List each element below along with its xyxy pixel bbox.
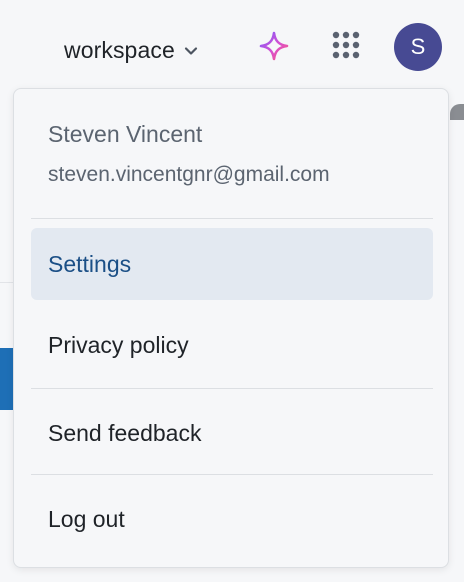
- menu-divider: [31, 474, 433, 475]
- menu-item-send-feedback[interactable]: Send feedback: [31, 397, 433, 469]
- menu-divider: [31, 218, 433, 219]
- user-name: Steven Vincent: [48, 121, 203, 147]
- user-email: steven.vincentgnr@gmail.com: [48, 163, 330, 186]
- avatar[interactable]: S: [394, 23, 442, 71]
- chevron-down-icon: [183, 43, 199, 59]
- menu-item-label: Send feedback: [48, 419, 202, 446]
- menu-item-log-out[interactable]: Log out: [31, 483, 433, 555]
- background-divider: [0, 282, 14, 283]
- apps-grid-icon: [331, 30, 361, 65]
- workspace-label: workspace: [64, 36, 175, 63]
- menu-item-label: Log out: [48, 505, 125, 532]
- menu-item-privacy-policy[interactable]: Privacy policy: [31, 309, 433, 381]
- page: workspace S Steven Vincent steven.vincen…: [0, 0, 464, 582]
- sparkle-icon: [258, 30, 290, 67]
- ai-assistant-button[interactable]: [256, 30, 292, 66]
- background-accent-bar: [0, 348, 13, 410]
- avatar-initial: S: [410, 34, 426, 59]
- apps-launcher-button[interactable]: [328, 29, 364, 65]
- menu-item-settings[interactable]: Settings: [31, 228, 433, 300]
- account-menu: Steven Vincent steven.vincentgnr@gmail.c…: [13, 88, 449, 568]
- menu-item-label: Privacy policy: [48, 331, 189, 358]
- top-bar: workspace S: [0, 0, 464, 96]
- workspace-switcher[interactable]: workspace: [64, 30, 199, 70]
- background-scroll-mark: [450, 104, 464, 120]
- menu-divider: [31, 388, 433, 389]
- menu-item-label: Settings: [48, 250, 132, 277]
